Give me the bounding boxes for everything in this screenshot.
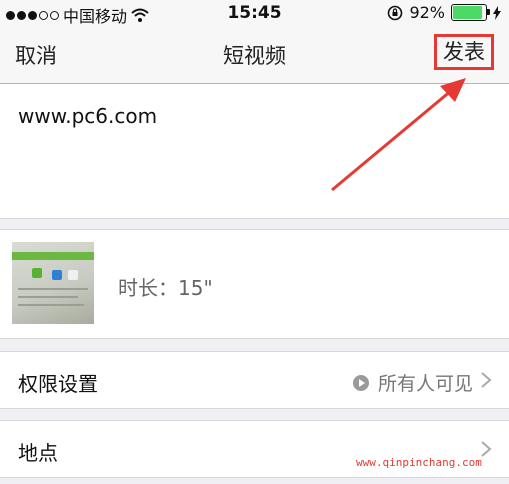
page-title: 短视频	[223, 44, 286, 68]
navigation-bar: 取消 短视频 发表	[0, 26, 509, 84]
video-section: 时长：15"	[0, 229, 509, 339]
chevron-right-icon	[481, 372, 492, 388]
permission-value-group: 所有人可见	[352, 369, 473, 396]
video-thumbnail[interactable]	[12, 242, 94, 324]
post-text-area[interactable]: www.pc6.com	[0, 84, 509, 219]
watermark: www.qinpinchang.com	[356, 456, 482, 469]
rotation-lock-icon	[388, 5, 403, 20]
location-label: 地点	[18, 441, 58, 465]
charging-icon	[493, 5, 501, 20]
video-duration: 时长：15"	[118, 276, 213, 300]
location-row[interactable]: 地点	[0, 420, 509, 478]
permission-value: 所有人可见	[377, 373, 473, 395]
status-right: 92%	[387, 3, 501, 22]
post-text[interactable]: www.pc6.com	[18, 104, 157, 128]
battery-icon	[451, 4, 490, 21]
publish-button[interactable]: 发表	[434, 34, 494, 70]
status-bar: 中国移动 15:45 92%	[0, 0, 509, 26]
battery-percent: 92%	[409, 3, 445, 22]
visibility-icon	[352, 374, 369, 391]
permission-label: 权限设置	[18, 372, 98, 396]
permission-settings-row[interactable]: 权限设置 所有人可见	[0, 351, 509, 409]
